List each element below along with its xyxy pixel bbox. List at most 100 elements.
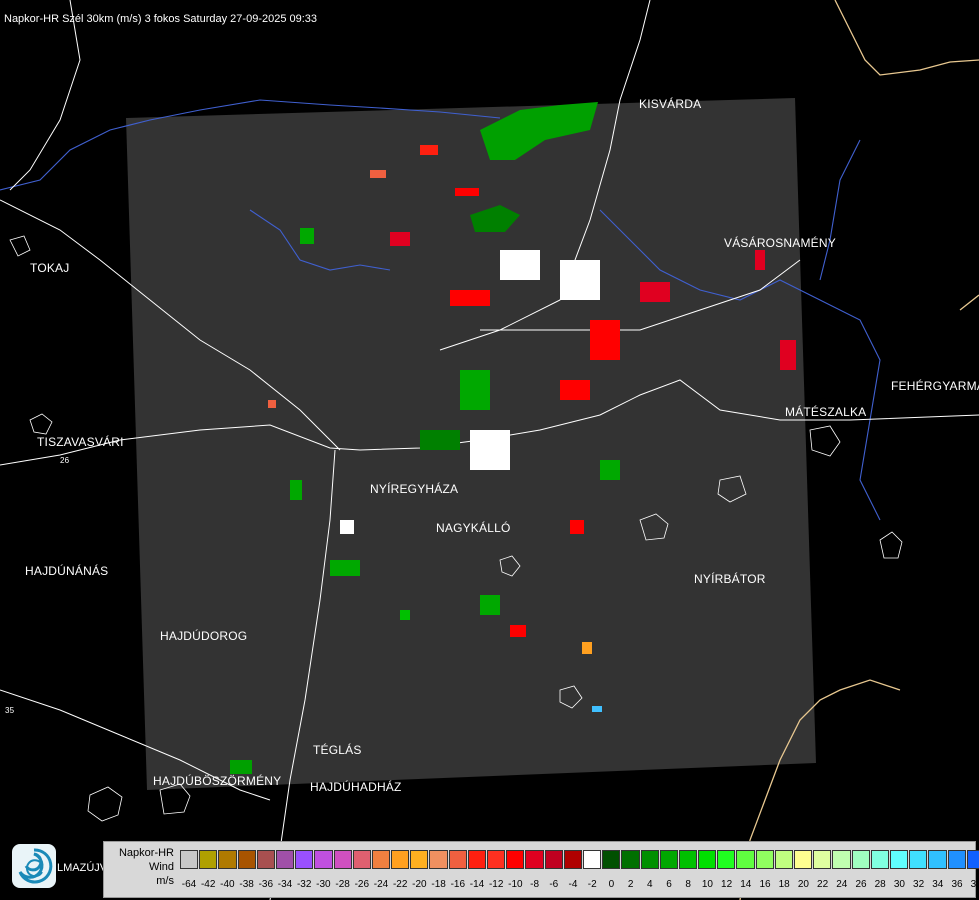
legend-tick-label: 36 [951,879,963,890]
legend-tick-label: 8 [685,879,691,890]
legend-swatch [275,850,295,869]
legend-tick-label: -14 [469,879,485,890]
legend-tick-label: 14 [740,879,752,890]
city-label-hajdudorog: HAJDÚDOROG [160,629,248,643]
legend-tick-label: -12 [488,879,504,890]
city-label-nagykallo: NAGYKÁLLÓ [436,521,511,535]
legend-swatch [659,850,678,869]
legend-tick-label: 22 [817,879,829,890]
legend-tick-label: -32 [296,879,312,890]
city-label-hajdunanas: HAJDÚNÁNÁS [25,564,109,578]
legend-tick-label: 16 [759,879,771,890]
legend-tick-label: -64 [181,879,197,890]
legend-tick-label: -8 [530,879,540,890]
legend-swatch [794,850,813,869]
legend-tick-label: 26 [855,879,867,890]
legend-tick-label: 28 [874,879,886,890]
legend-title-line-3: m/s [156,875,174,887]
road-label-26: 26 [60,456,70,465]
legend-tick-label: 18 [778,879,790,890]
legend-swatch [909,850,928,869]
legend-swatch [851,850,870,869]
legend-swatch [563,850,582,869]
legend-swatch [256,850,275,869]
legend-swatch [467,850,486,869]
legend-swatch [180,850,199,869]
legend-tick-label: -30 [316,879,331,890]
legend-tick-label: -4 [568,879,578,890]
legend-tick-label: 38 [970,879,979,890]
legend-swatch [410,850,429,869]
legend-swatch [295,850,314,869]
legend-tick-label: -40 [220,879,235,890]
legend-tick-label: 10 [701,879,713,890]
legend-tick-label: -38 [239,879,254,890]
legend-swatch [371,850,391,869]
city-label-kisvarda: KISVÁRDA [639,97,702,111]
map-title: Napkor-HR Szél 30km (m/s) 3 fokos Saturd… [4,13,318,25]
legend-tick-label: -22 [392,879,408,890]
legend-swatch [429,850,448,869]
legend-title: Napkor-HR Wind m/s [106,846,174,888]
legend-tick-label: -42 [200,879,216,890]
legend-tick-label: 32 [913,879,925,890]
legend-swatch [966,850,979,869]
legend-title-line-2: Wind [148,861,174,873]
road-label-35: 35 [5,706,15,715]
legend-tick-label: 34 [932,879,944,890]
legend-swatch [736,850,755,869]
legend-swatch [352,850,371,869]
legend-swatch [582,850,602,869]
city-label-tiszavasvari: TISZAVASVÁRI [37,435,124,449]
legend-swatch [889,850,909,869]
legend-tick-label: 24 [836,879,848,890]
legend-swatch [602,850,621,869]
legend-tick-label: 30 [893,879,905,890]
legend-tick-label: -34 [277,879,293,890]
city-label-teglas: TÉGLÁS [313,743,362,757]
legend-tick-label: -26 [354,879,370,890]
color-legend: Napkor-HR Wind m/s -64 -42 -40 -38 -36 -34 -32… [103,841,979,898]
legend-tick-label: 6 [666,879,672,890]
legend-tick-label: -16 [450,879,466,890]
legend-swatch [640,850,659,869]
legend-swatch [525,850,544,869]
legend-tick-label: -28 [335,879,350,890]
legend-tick-label: -20 [412,879,427,890]
legend-swatch [506,850,525,869]
legend-swatch [832,850,851,869]
legend-swatch [928,850,947,869]
city-label-hajduboszormeny: HAJDÚBÖSZÖRMÉNY [153,774,282,788]
city-label-nyirbator: NYÍRBÁTOR [694,572,766,586]
legend-swatch [621,850,640,869]
legend-swatch [870,850,889,869]
legend-tick-label: 12 [721,879,733,890]
radar-map [0,0,979,900]
legend-tick-label: -2 [587,879,597,890]
legend-tick-label: -36 [258,879,274,890]
legend-tick-label: 2 [627,879,634,890]
legend-tick-label: -24 [373,879,389,890]
city-label-mateszalka: MÁTÉSZALKA [785,405,867,419]
legend-title-line-1: Napkor-HR [118,847,174,859]
legend-swatch [774,850,793,869]
legend-tick-label: 20 [797,879,809,890]
legend-swatch [218,850,237,869]
legend-tick-label: -18 [431,879,446,890]
city-label-tokaj: TOKAJ [30,261,70,275]
legend-swatch [755,850,774,869]
logo-icon [12,844,56,888]
legend-swatch [678,850,698,869]
city-label-vasarosnameny: VÁSÁROSNAMÉNY [724,236,836,250]
legend-swatch [314,850,333,869]
legend-tick-label: 4 [647,879,653,890]
legend-swatch [487,850,506,869]
legend-swatch [717,850,736,869]
legend-swatch [199,850,218,869]
legend-swatch [237,850,256,869]
legend-swatch [698,850,717,869]
legend-tick-label: 0 [608,879,615,890]
legend-tick-label: -10 [508,879,523,890]
city-label-hajduhadhaz: HAJDÚHADHÁZ [310,780,402,794]
legend-swatch [947,850,966,869]
